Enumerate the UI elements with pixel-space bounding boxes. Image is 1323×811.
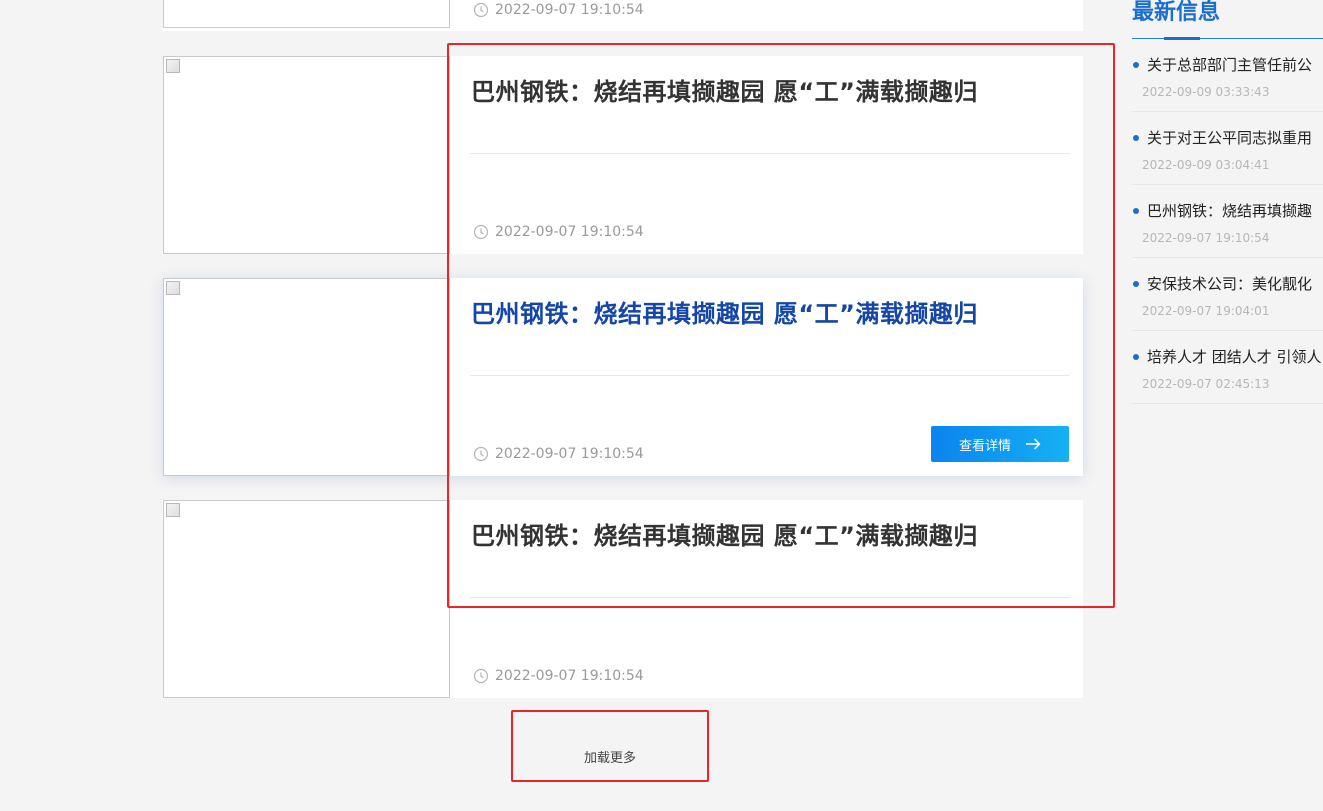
sidebar-item[interactable]: 关于总部部门主管任前公 2022-09-09 03:33:43 (1132, 39, 1323, 112)
sidebar-item-title[interactable]: 巴州钢铁：烧结再填撷趣 (1147, 200, 1312, 221)
sidebar-item-title[interactable]: 关于对王公平同志拟重用 (1147, 127, 1312, 148)
news-time: 2022-09-07 19:10:54 (473, 223, 644, 241)
clock-icon (473, 668, 489, 684)
news-title[interactable]: 巴州钢铁：烧结再填撷趣园 愿“工”满载撷趣归 (471, 294, 1071, 329)
news-time: 2022-09-07 19:10:54 (473, 667, 644, 685)
latest-info-sidebar: 最新信息 关于总部部门主管任前公 2022-09-09 03:33:43 关于对… (1132, 0, 1323, 811)
news-thumbnail[interactable] (163, 0, 450, 28)
sidebar-item[interactable]: 培养人才 团结人才 引领人 2022-09-07 02:45:13 (1132, 331, 1323, 404)
clock-icon (473, 2, 489, 18)
news-time-text: 2022-09-07 19:10:54 (495, 224, 644, 240)
news-thumbnail[interactable] (163, 500, 450, 698)
card-divider (470, 597, 1070, 598)
bullet-icon (1133, 62, 1139, 68)
clock-icon (473, 224, 489, 240)
load-more-label: 加载更多 (583, 751, 636, 766)
broken-image-icon (166, 281, 180, 295)
sidebar-item[interactable]: 巴州钢铁：烧结再填撷趣 2022-09-07 19:10:54 (1132, 185, 1323, 258)
news-time-text: 2022-09-07 19:10:54 (495, 2, 644, 18)
view-detail-label: 查看详情 (958, 438, 1011, 454)
page: 2022-09-07 19:10:54 巴州钢铁：烧结再填撷趣园 愿“工”满载撷… (0, 0, 1323, 811)
bullet-icon (1133, 354, 1139, 360)
sidebar-item-time: 2022-09-07 19:10:54 (1142, 231, 1270, 245)
news-time-text: 2022-09-07 19:10:54 (495, 668, 644, 684)
bullet-icon (1133, 208, 1139, 214)
sidebar-item[interactable]: 安保技术公司：美化靓化 2022-09-07 19:04:01 (1132, 258, 1323, 331)
broken-image-icon (166, 59, 180, 73)
news-time: 2022-09-07 19:10:54 (473, 1, 644, 19)
broken-image-icon (166, 503, 180, 517)
sidebar-item-title[interactable]: 安保技术公司：美化靓化 (1147, 273, 1312, 294)
sidebar-item-title[interactable]: 关于总部部门主管任前公 (1147, 54, 1312, 75)
clock-icon (473, 446, 489, 462)
sidebar-title: 最新信息 (1132, 0, 1221, 25)
sidebar-item-time: 2022-09-09 03:33:43 (1142, 85, 1270, 99)
sidebar-item-time: 2022-09-07 19:04:01 (1142, 304, 1270, 318)
sidebar-item-time: 2022-09-07 02:45:13 (1142, 377, 1270, 391)
news-time-text: 2022-09-07 19:10:54 (495, 446, 644, 462)
sidebar-item-time: 2022-09-09 03:04:41 (1142, 158, 1270, 172)
card-divider (470, 375, 1070, 376)
news-card-active[interactable]: 巴州钢铁：烧结再填撷趣园 愿“工”满载撷趣归 2022-09-07 19:10:… (163, 278, 1083, 476)
load-more-button[interactable]: 加载更多 (513, 712, 707, 780)
news-time: 2022-09-07 19:10:54 (473, 445, 644, 463)
news-card[interactable]: 巴州钢铁：烧结再填撷趣园 愿“工”满载撷趣归 2022-09-07 19:10:… (163, 500, 1083, 698)
bullet-icon (1133, 135, 1139, 141)
sidebar-header: 最新信息 (1132, 0, 1323, 40)
view-detail-button[interactable]: 查看详情 (931, 426, 1069, 462)
news-thumbnail[interactable] (163, 278, 450, 476)
news-title[interactable]: 巴州钢铁：烧结再填撷趣园 愿“工”满载撷趣归 (471, 72, 1071, 107)
sidebar-item-title[interactable]: 培养人才 团结人才 引领人 (1147, 346, 1322, 367)
arrow-right-icon (1026, 438, 1041, 450)
news-card[interactable]: 2022-09-07 19:10:54 (163, 0, 1083, 31)
news-thumbnail[interactable] (163, 56, 450, 254)
sidebar-item[interactable]: 关于对王公平同志拟重用 2022-09-09 03:04:41 (1132, 112, 1323, 185)
bullet-icon (1133, 281, 1139, 287)
sidebar-list: 关于总部部门主管任前公 2022-09-09 03:33:43 关于对王公平同志… (1132, 39, 1323, 404)
news-card[interactable]: 巴州钢铁：烧结再填撷趣园 愿“工”满载撷趣归 2022-09-07 19:10:… (163, 56, 1083, 254)
news-title[interactable]: 巴州钢铁：烧结再填撷趣园 愿“工”满载撷趣归 (471, 516, 1071, 551)
card-divider (470, 153, 1070, 154)
